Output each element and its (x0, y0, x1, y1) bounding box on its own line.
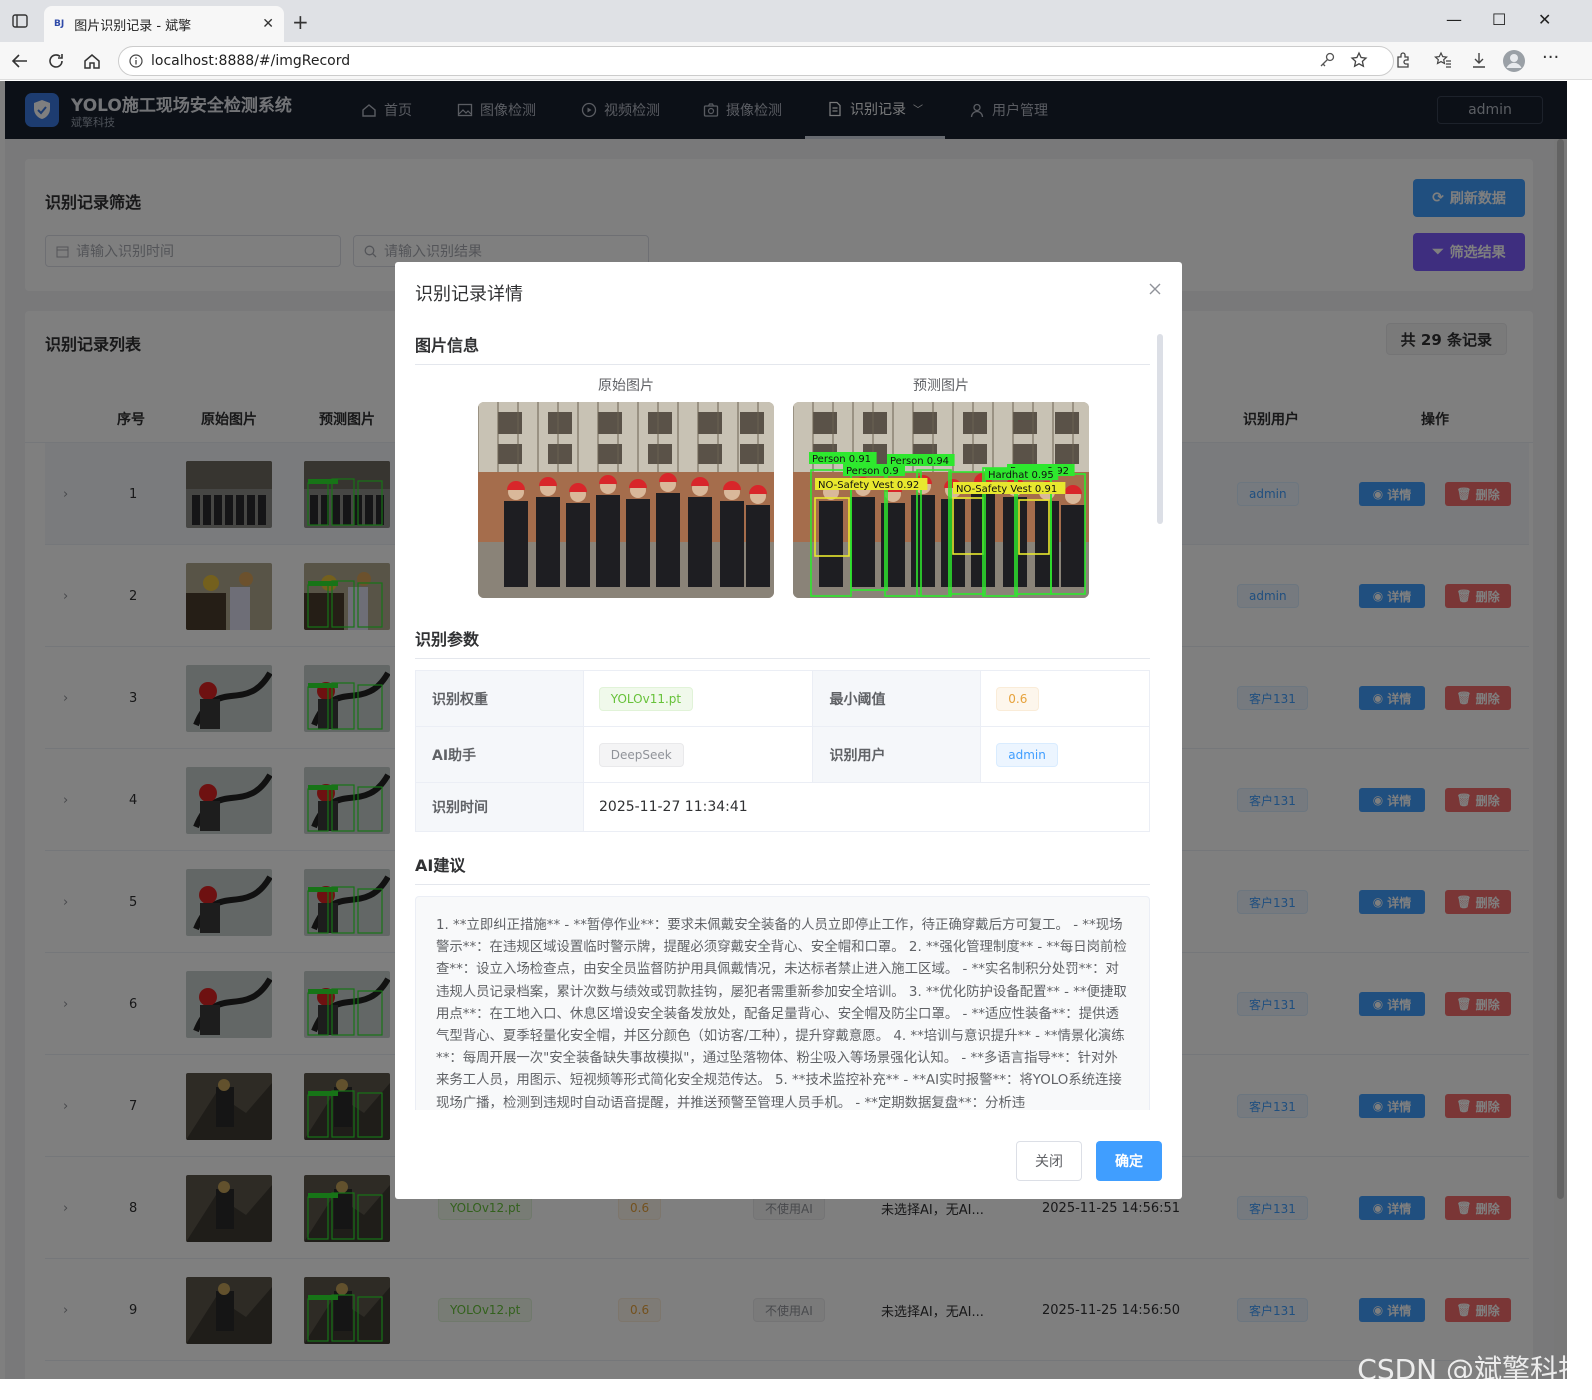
browser-tab[interactable]: BJ 图片识别记录 - 斌擎 ✕ (44, 6, 284, 42)
maximize-icon[interactable]: ☐ (1492, 10, 1506, 29)
original-image[interactable] (478, 402, 774, 598)
user-tag: admin (996, 742, 1058, 767)
minimize-icon[interactable]: — (1446, 10, 1462, 29)
ai-label: AI助手 (416, 727, 584, 782)
extensions-icon[interactable] (1394, 51, 1412, 69)
time-label: 识别时间 (416, 783, 584, 831)
favorites-icon[interactable] (1434, 51, 1452, 69)
thresh-tag: 0.6 (996, 686, 1040, 711)
section-advice-title: AI建议 (415, 852, 1150, 885)
close-button[interactable]: 关闭 (1016, 1141, 1082, 1181)
params-table: 识别权重 YOLOv11.pt 最小阈值 0.6 AI助手 DeepSeek 识… (415, 670, 1150, 832)
window-menu-icon[interactable] (12, 13, 28, 29)
orig-caption: 原始图片 (598, 378, 654, 394)
time-value: 2025-11-27 11:34:41 (599, 799, 748, 815)
watermark: CSDN @斌擎科技 (1357, 1353, 1586, 1386)
dialog-body: 图片信息 原始图片 预测图片 Person 0.91 Person 0.94 Per… (415, 332, 1160, 1110)
address-bar: localhost:8888/#/imgRecord ··· (0, 42, 1592, 80)
site-info-icon[interactable] (129, 54, 143, 68)
section-images-title: 图片信息 (415, 332, 1150, 365)
ai-advice-text: 1. **立即纠正措施** - **暂停作业**：要求未佩戴安全装备的人员立即停… (415, 896, 1150, 1110)
download-icon[interactable] (1470, 51, 1488, 69)
prediction-image[interactable]: Person 0.91Person 0.94Person 0.92Person … (793, 402, 1089, 598)
url-text: localhost:8888/#/imgRecord (151, 53, 351, 69)
dialog-footer: 关闭 确定 (1016, 1141, 1162, 1181)
profile-avatar-icon[interactable] (1502, 49, 1526, 73)
reload-icon[interactable] (46, 51, 66, 71)
favorite-star-icon[interactable] (1350, 51, 1368, 69)
weight-label: 识别权重 (416, 671, 584, 726)
weight-tag: YOLOv11.pt (598, 686, 694, 711)
back-icon[interactable] (10, 51, 30, 71)
confirm-button[interactable]: 确定 (1096, 1141, 1162, 1181)
detection-label: Hardhat 0.95 (988, 470, 1054, 481)
close-window-icon[interactable]: ✕ (1538, 10, 1551, 29)
detection-label: NO-Safety Vest 0.91 (956, 484, 1057, 495)
new-tab-icon[interactable]: + (292, 10, 309, 34)
close-icon[interactable] (1148, 282, 1162, 296)
tab-title: 图片识别记录 - 斌擎 (74, 18, 192, 34)
record-detail-dialog: 识别记录详情 图片信息 原始图片 预测图片 Person 0.91 Person … (395, 262, 1182, 1199)
thresh-label: 最小阈值 (813, 671, 982, 726)
user-label: 识别用户 (813, 727, 982, 782)
dialog-title: 识别记录详情 (415, 284, 523, 305)
home-browser-icon[interactable] (82, 51, 102, 71)
detection-label: Person 0.91 (812, 454, 871, 465)
ai-tag: DeepSeek (598, 742, 684, 767)
key-icon[interactable] (1318, 51, 1336, 69)
detection-label: Person 0.9 (846, 466, 899, 477)
url-field[interactable]: localhost:8888/#/imgRecord (118, 46, 1394, 76)
detection-label: NO-Safety Vest 0.92 (818, 480, 919, 491)
pred-caption: 预测图片 (913, 378, 969, 394)
browser-tabstrip: BJ 图片识别记录 - 斌擎 ✕ + — ☐ ✕ (0, 0, 1592, 42)
section-params-title: 识别参数 (415, 626, 1150, 659)
more-menu-icon[interactable]: ··· (1542, 47, 1559, 68)
close-tab-icon[interactable]: ✕ (262, 16, 274, 32)
tab-favicon: BJ (54, 19, 65, 29)
